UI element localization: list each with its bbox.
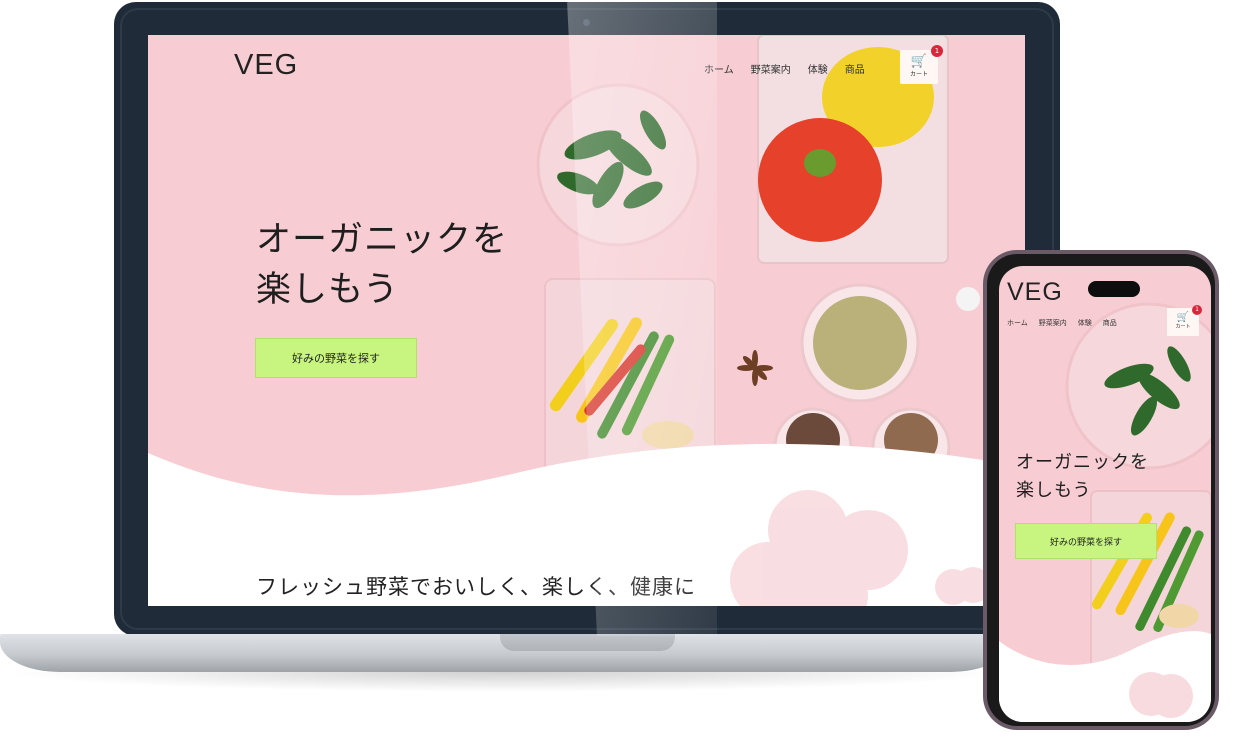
nav-item-home[interactable]: ホーム: [704, 61, 734, 76]
find-vegetables-button[interactable]: 好みの野菜を探す: [255, 338, 417, 378]
mobile-hero-title: オーガニックを 楽しもう: [1016, 449, 1149, 505]
mobile-site-logo[interactable]: VEG: [1007, 278, 1063, 307]
laptop-base-notch: [500, 634, 675, 651]
site-logo[interactable]: VEG: [234, 49, 298, 82]
nav-item-vegetable-guide[interactable]: 野菜案内: [751, 61, 791, 76]
mobile-nav: ホーム 野菜案内 体験 商品: [1007, 318, 1117, 328]
mobile-hero-title-line-1: オーガニックを: [1016, 452, 1149, 473]
mobile-cart-button[interactable]: 🛒 カート 1: [1167, 305, 1202, 336]
mobile-cart-count-badge: 1: [1192, 305, 1202, 315]
phone-mockup: VEG ホーム 野菜案内 体験 商品 🛒 カート 1 オーガニックを 楽しもう …: [983, 250, 1219, 730]
shopping-cart-icon: 🛒: [910, 54, 928, 69]
salt-pile: [956, 287, 980, 311]
mobile-nav-item-vegetable-guide[interactable]: 野菜案内: [1039, 318, 1067, 328]
laptop-camera: [583, 19, 590, 26]
mobile-nav-item-experience[interactable]: 体験: [1078, 318, 1092, 328]
section-heading: フレッシュ野菜でおいしく、楽しく、健康に: [256, 575, 696, 599]
laptop-mockup: VEG ホーム 野菜案内 体験 商品 🛒 カート 1 オーガニックを 楽しもう …: [114, 2, 1060, 636]
mobile-nav-item-home[interactable]: ホーム: [1007, 318, 1028, 328]
desktop-screen: VEG ホーム 野菜案内 体験 商品 🛒 カート 1 オーガニックを 楽しもう …: [148, 35, 1025, 606]
hero-title: オーガニックを 楽しもう: [256, 215, 508, 315]
mobile-nav-item-products[interactable]: 商品: [1103, 318, 1117, 328]
nav-item-products[interactable]: 商品: [845, 61, 865, 76]
nav-item-experience[interactable]: 体験: [808, 61, 828, 76]
main-nav: ホーム 野菜案内 体験 商品: [704, 61, 865, 76]
cart-label: カート: [909, 71, 928, 78]
hero-background-art: [148, 35, 1025, 606]
red-pepper: [758, 118, 882, 242]
mobile-hero-title-line-2: 楽しもう: [1016, 480, 1092, 501]
phone-dynamic-island: [1088, 281, 1140, 297]
phone-body: VEG ホーム 野菜案内 体験 商品 🛒 カート 1 オーガニックを 楽しもう …: [987, 254, 1215, 726]
mobile-screen: VEG ホーム 野菜案内 体験 商品 🛒 カート 1 オーガニックを 楽しもう …: [999, 266, 1211, 722]
cart-count-badge: 1: [931, 45, 943, 57]
hero-title-line-2: 楽しもう: [256, 270, 399, 310]
mobile-find-vegetables-button[interactable]: 好みの野菜を探す: [1015, 523, 1157, 559]
laptop-shadow: [0, 672, 1010, 692]
star-anise: [737, 350, 773, 386]
cart-button[interactable]: 🛒 カート 1: [900, 45, 943, 84]
mobile-cart-label: カート: [1175, 324, 1191, 330]
hero-title-line-1: オーガニックを: [256, 220, 509, 260]
